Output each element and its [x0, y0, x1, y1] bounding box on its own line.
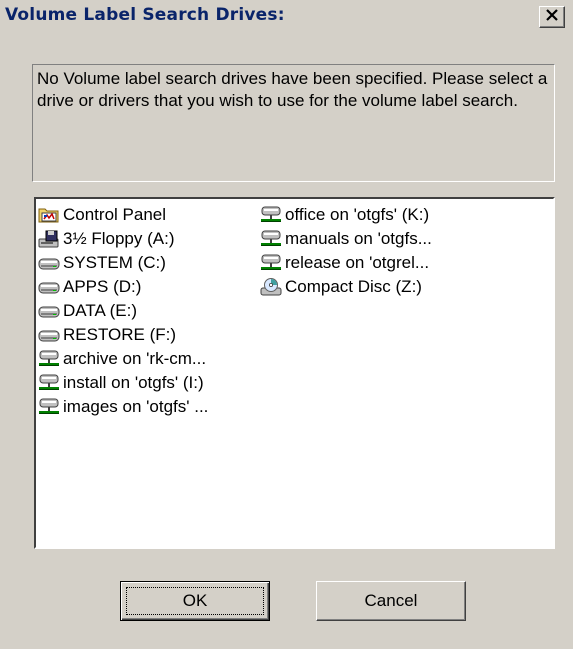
drive-item[interactable]: DATA (E:) — [38, 299, 208, 323]
drive-item-label: RESTORE (F:) — [63, 325, 177, 344]
focus-rectangle — [126, 587, 264, 615]
drive-item[interactable]: APPS (D:) — [38, 275, 208, 299]
drive-item-label: Control Panel — [63, 205, 167, 224]
drive-item[interactable]: office on 'otgfs' (K:) — [260, 203, 432, 227]
drive-list-column-1: Control Panel 3½ Floppy (A:) SYSTEM (C:) AP… — [38, 203, 208, 419]
cd-drive-icon — [260, 278, 282, 296]
drive-item[interactable]: release on 'otgrel... — [260, 251, 432, 275]
drive-item-label: archive on 'rk-cm... — [63, 349, 207, 368]
title-bar[interactable]: Volume Label Search Drives: — [0, 0, 573, 34]
hard-drive-icon — [38, 302, 60, 320]
cancel-button-label: Cancel — [364, 591, 418, 610]
drive-item[interactable]: archive on 'rk-cm... — [38, 347, 208, 371]
drive-item[interactable]: SYSTEM (C:) — [38, 251, 208, 275]
cancel-button[interactable]: Cancel — [316, 581, 466, 621]
drive-list[interactable]: Control Panel 3½ Floppy (A:) SYSTEM (C:) AP… — [34, 197, 555, 549]
message-text: No Volume label search drives have been … — [37, 69, 548, 110]
close-icon — [545, 8, 559, 26]
drive-item[interactable]: Compact Disc (Z:) — [260, 275, 432, 299]
network-drive-icon — [260, 230, 282, 248]
drive-item[interactable]: install on 'otgfs' (I:) — [38, 371, 208, 395]
drive-item-label: DATA (E:) — [63, 301, 137, 320]
hard-drive-icon — [38, 278, 60, 296]
drive-item[interactable]: 3½ Floppy (A:) — [38, 227, 208, 251]
drive-item-label: release on 'otgrel... — [285, 253, 430, 272]
drive-item-label: APPS (D:) — [63, 277, 142, 296]
drive-item[interactable]: images on 'otgfs' ... — [38, 395, 208, 419]
drive-item[interactable]: RESTORE (F:) — [38, 323, 208, 347]
drive-item-label: 3½ Floppy (A:) — [63, 229, 175, 248]
drive-item-label: Compact Disc (Z:) — [285, 277, 422, 296]
drive-item-label: office on 'otgfs' (K:) — [285, 205, 430, 224]
message-box: No Volume label search drives have been … — [32, 64, 555, 182]
network-drive-icon — [260, 206, 282, 224]
drive-item-label: install on 'otgfs' (I:) — [63, 373, 204, 392]
drive-item-label: manuals on 'otgfs... — [285, 229, 432, 248]
close-button[interactable] — [539, 6, 565, 28]
network-drive-icon — [38, 350, 60, 368]
drive-item[interactable]: manuals on 'otgfs... — [260, 227, 432, 251]
network-drive-icon — [38, 398, 60, 416]
drive-item[interactable]: Control Panel — [38, 203, 208, 227]
floppy-drive-icon — [38, 230, 60, 248]
network-drive-icon — [38, 374, 60, 392]
ok-button[interactable]: OK — [120, 581, 270, 621]
drive-list-column-2: office on 'otgfs' (K:) manuals on 'otgfs.… — [260, 203, 432, 299]
volume-label-search-dialog: Volume Label Search Drives: No Volume la… — [0, 0, 573, 649]
control-panel-icon — [38, 206, 60, 224]
window-title: Volume Label Search Drives: — [5, 5, 285, 25]
drive-item-label: images on 'otgfs' ... — [63, 397, 209, 416]
hard-drive-icon — [38, 254, 60, 272]
network-drive-icon — [260, 254, 282, 272]
hard-drive-icon — [38, 326, 60, 344]
drive-item-label: SYSTEM (C:) — [63, 253, 166, 272]
